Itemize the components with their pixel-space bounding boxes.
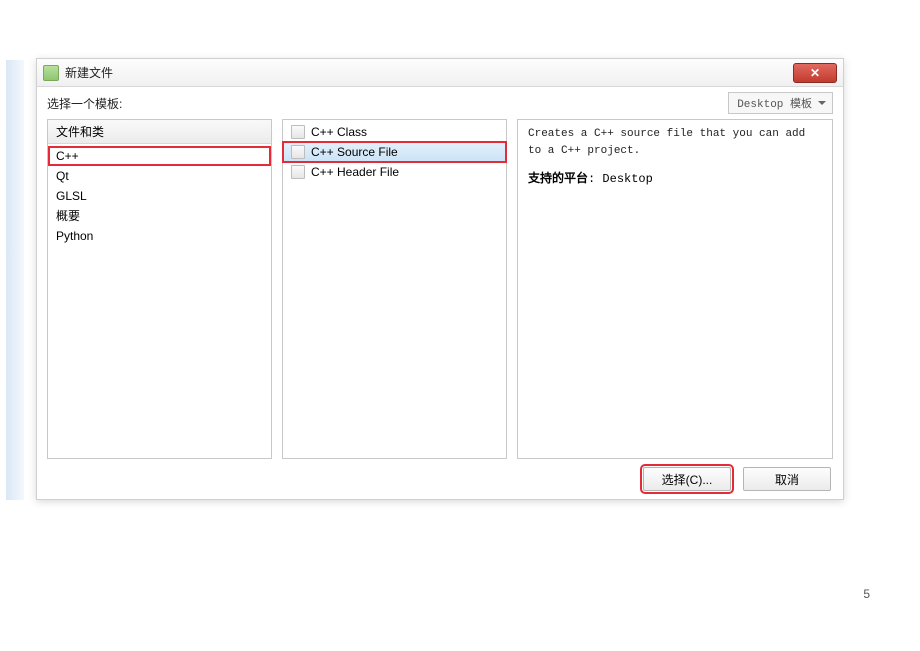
description-panel: Creates a C++ source file that you can a…	[517, 119, 833, 459]
category-list: C++ Qt GLSL 概要 Python	[48, 144, 271, 248]
file-icon	[291, 125, 305, 139]
category-item-label: 概要	[56, 206, 80, 226]
page-number: 5	[863, 587, 870, 601]
category-item-cpp[interactable]: C++	[48, 146, 271, 166]
file-item-cpp-source[interactable]: C++ Source File	[283, 142, 506, 162]
category-item-label: GLSL	[56, 186, 87, 206]
description-text: Creates a C++ source file that you can a…	[528, 126, 822, 159]
close-icon: ✕	[810, 66, 820, 80]
cancel-button[interactable]: 取消	[743, 467, 831, 491]
template-dropdown[interactable]: Desktop 模板	[728, 92, 833, 114]
file-item-cpp-class[interactable]: C++ Class	[283, 122, 506, 142]
category-item-python[interactable]: Python	[48, 226, 271, 246]
category-header: 文件和类	[48, 120, 271, 144]
category-item-label: Python	[56, 226, 93, 246]
file-item-label: C++ Class	[311, 122, 367, 142]
chevron-down-icon	[818, 101, 826, 105]
new-file-dialog: 新建文件 ✕ 选择一个模板: Desktop 模板 文件和类 C++ Qt GL…	[36, 58, 844, 500]
file-icon	[291, 165, 305, 179]
category-item-qt[interactable]: Qt	[48, 166, 271, 186]
file-item-label: C++ Header File	[311, 162, 399, 182]
platform-value: : Desktop	[588, 172, 653, 186]
category-panel: 文件和类 C++ Qt GLSL 概要 Python	[47, 119, 272, 459]
platform-label: 支持的平台	[528, 171, 588, 185]
template-dropdown-value: Desktop 模板	[737, 95, 812, 111]
app-icon	[43, 65, 59, 81]
supported-platform: 支持的平台: Desktop	[528, 169, 822, 186]
cancel-button-label: 取消	[775, 471, 799, 488]
choose-button-label: 选择(C)...	[662, 471, 713, 488]
category-item-label: C++	[56, 146, 79, 166]
file-item-cpp-header[interactable]: C++ Header File	[283, 162, 506, 182]
titlebar: 新建文件 ✕	[37, 59, 843, 87]
category-item-label: Qt	[56, 166, 69, 186]
file-icon	[291, 145, 305, 159]
file-type-panel: C++ Class C++ Source File C++ Header Fil…	[282, 119, 507, 459]
dialog-footer: 选择(C)... 取消	[37, 459, 843, 499]
category-item-summary[interactable]: 概要	[48, 206, 271, 226]
topbar: 选择一个模板: Desktop 模板	[37, 87, 843, 119]
window-title: 新建文件	[65, 64, 793, 81]
panels: 文件和类 C++ Qt GLSL 概要 Python	[37, 119, 843, 459]
choose-button[interactable]: 选择(C)...	[643, 467, 731, 491]
file-type-list: C++ Class C++ Source File C++ Header Fil…	[283, 120, 506, 184]
file-item-label: C++ Source File	[311, 142, 398, 162]
choose-template-label: 选择一个模板:	[47, 95, 122, 112]
decorative-left-strip	[6, 60, 24, 500]
close-button[interactable]: ✕	[793, 63, 837, 83]
category-item-glsl[interactable]: GLSL	[48, 186, 271, 206]
